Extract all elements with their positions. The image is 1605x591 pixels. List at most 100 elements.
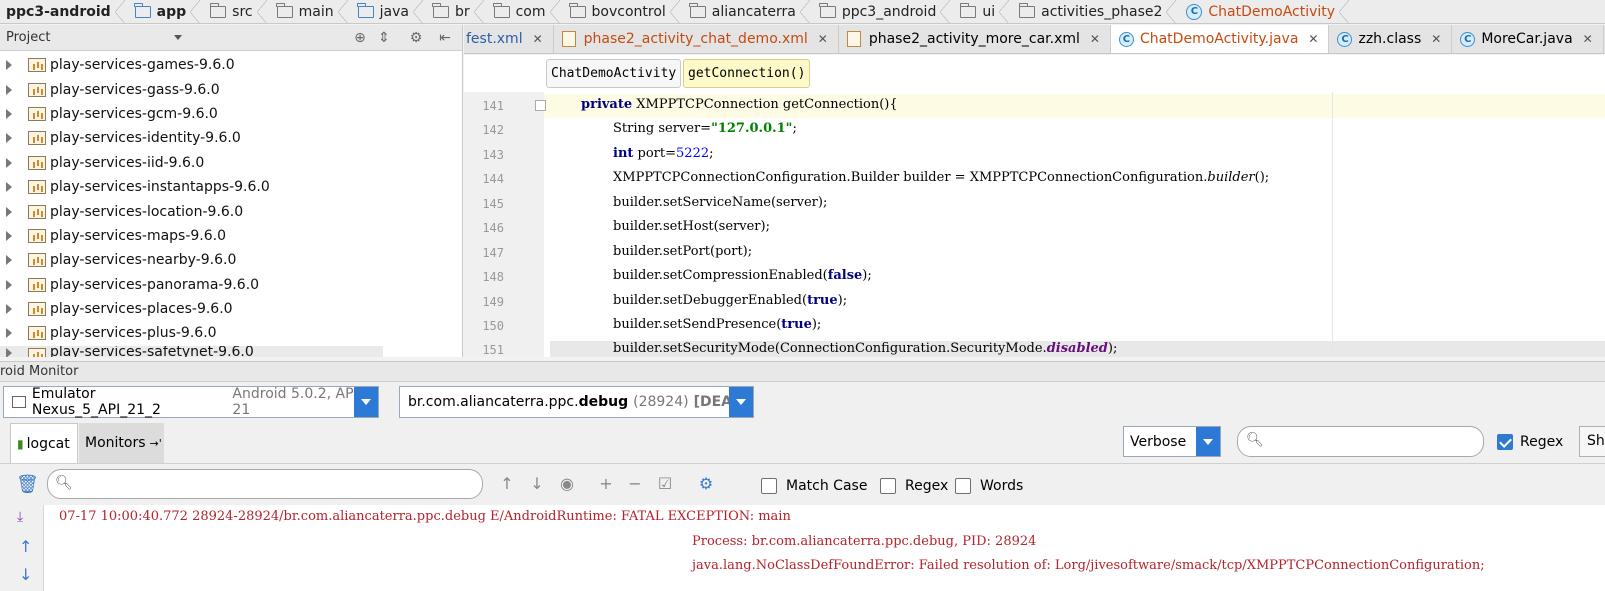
android-monitor-title: roid Monitor — [0, 361, 1605, 382]
breadcrumb-src[interactable]: src — [204, 0, 270, 23]
expand-arrow-icon[interactable] — [6, 255, 12, 266]
breadcrumb-chatdemoactivity[interactable]: C ChatDemoActivity — [1180, 0, 1353, 23]
expand-arrow-icon[interactable] — [6, 230, 12, 241]
structure-crumb-class[interactable]: ChatDemoActivity — [546, 59, 682, 88]
breadcrumb-ppc3-android[interactable]: ppc3_android — [814, 0, 955, 23]
expand-arrow-icon[interactable] — [6, 304, 12, 315]
line-number: 150 — [482, 319, 504, 333]
tab-morecar-java[interactable]: C MoreCar.java ✕ — [1452, 25, 1604, 53]
chevron-down-icon[interactable] — [1196, 427, 1220, 456]
tree-item[interactable]: play-services-safetynet-9.6.0 — [0, 345, 383, 357]
breadcrumb-project[interactable]: ppc3-android — [0, 0, 129, 23]
tree-item[interactable]: play-services-identity-9.6.0 — [0, 126, 462, 150]
tree-item[interactable]: play-services-iid-9.6.0 — [0, 151, 462, 175]
expand-arrow-icon[interactable] — [6, 182, 12, 193]
breadcrumb-activities-phase2[interactable]: activities_phase2 — [1013, 0, 1180, 23]
log-filter-search[interactable]: 🔍︎ — [1237, 426, 1484, 457]
add-occurrence-icon[interactable]: + — [596, 474, 616, 493]
tree-item[interactable]: play-services-plus-9.6.0 — [0, 321, 462, 345]
restart-icon[interactable]: ⤓ — [17, 509, 23, 525]
breadcrumb-bovcontrol[interactable]: bovcontrol — [564, 0, 684, 23]
structure-crumb-method[interactable]: getConnection() — [683, 59, 811, 88]
breadcrumb-ui[interactable]: ui — [954, 0, 1013, 23]
match-case-checkbox[interactable] — [761, 478, 777, 494]
breadcrumb-br[interactable]: br — [427, 0, 488, 23]
tab-phase2-activity-more-car-xml[interactable]: phase2_activity_more_car.xml ✕ — [839, 25, 1111, 53]
tab-phase2-activity-chat-demo-xml[interactable]: phase2_activity_chat_demo.xml ✕ — [554, 25, 839, 53]
chevron-down-icon[interactable] — [354, 387, 378, 417]
expand-arrow-icon[interactable] — [6, 133, 12, 144]
expand-arrow-icon[interactable] — [6, 157, 12, 168]
code-enum-constant: disabled — [1046, 341, 1108, 356]
tab-chatdemoactivity-java[interactable]: C ChatDemoActivity.java ✕ — [1110, 25, 1330, 53]
line-number: 151 — [482, 343, 504, 357]
breadcrumb-app[interactable]: app — [129, 0, 205, 23]
gear-icon[interactable]: ⚙ — [408, 30, 424, 46]
regex-label: Regex — [1520, 434, 1564, 450]
close-icon[interactable]: ✕ — [818, 32, 828, 46]
close-icon[interactable]: ✕ — [1431, 32, 1441, 46]
tree-item[interactable]: play-services-location-9.6.0 — [0, 199, 462, 223]
select-all-occurrences-icon[interactable]: ☑ — [655, 474, 675, 493]
close-icon[interactable]: ✕ — [1308, 32, 1318, 46]
chevron-down-icon[interactable] — [174, 35, 182, 40]
tree-item[interactable]: play-services-panorama-9.6.0 — [0, 273, 462, 297]
expand-arrow-icon[interactable] — [6, 60, 12, 71]
library-icon — [28, 347, 46, 357]
arrow-down-icon[interactable]: ↓ — [527, 474, 547, 493]
tab-monitors[interactable]: Monitors →' — [79, 423, 164, 463]
tab-logcat[interactable]: ▮ logcat — [10, 423, 78, 463]
target-icon[interactable]: ⊕ — [352, 30, 368, 46]
tree-item[interactable]: play-services-gass-9.6.0 — [0, 77, 462, 101]
expand-arrow-icon[interactable] — [6, 328, 12, 339]
close-icon[interactable]: ✕ — [1583, 32, 1593, 46]
gear-icon[interactable]: ⚙ — [696, 474, 716, 493]
library-icon — [28, 155, 46, 170]
logcat-search[interactable]: 🔍︎ — [47, 469, 483, 499]
scroll-down-icon[interactable]: ↓ — [19, 565, 32, 584]
breadcrumb-com[interactable]: com — [488, 0, 564, 23]
tree-item-label: play-services-safetynet-9.6.0 — [50, 345, 254, 357]
words-checkbox[interactable] — [955, 478, 971, 494]
trash-icon[interactable]: 🗑︎ — [16, 474, 39, 495]
code-text: XMPPTCPConnectionConfiguration.Builder b… — [613, 170, 1208, 185]
tree-item[interactable]: play-services-places-9.6.0 — [0, 297, 462, 321]
code-editor[interactable]: ChatDemoActivity getConnection() 141 142… — [464, 55, 1605, 357]
chevron-down-icon[interactable] — [729, 387, 753, 417]
regex-search-checkbox[interactable] — [880, 478, 896, 494]
logcat-output[interactable]: 07-17 10:00:40.772 28924-28924/br.com.al… — [44, 505, 1605, 591]
tree-item[interactable]: play-services-maps-9.6.0 — [0, 224, 462, 248]
tree-item[interactable]: play-services-gcm-9.6.0 — [0, 102, 462, 126]
project-view-selector[interactable]: Project — [6, 30, 50, 45]
tab-manifest-xml[interactable]: fest.xml ✕ — [464, 25, 554, 53]
log-level-selector[interactable]: Verbose — [1123, 426, 1221, 457]
tree-item[interactable]: play-services-games-9.6.0 — [0, 53, 462, 77]
device-selector[interactable]: Emulator Nexus_5_API_21_2 Android 5.0.2,… — [3, 386, 379, 418]
breadcrumb-java[interactable]: java — [352, 0, 427, 23]
logcat-search-input[interactable] — [78, 474, 473, 495]
tree-item[interactable]: play-services-nearby-9.6.0 — [0, 248, 462, 272]
expand-arrow-icon[interactable] — [6, 279, 12, 290]
arrow-up-icon[interactable]: ↑ — [497, 474, 517, 493]
fold-marker-icon[interactable] — [535, 100, 546, 111]
breadcrumb-aliancaterra[interactable]: aliancaterra — [684, 0, 814, 23]
collapse-all-icon[interactable]: ⇕ — [376, 30, 392, 46]
breadcrumb-main[interactable]: main — [271, 0, 352, 23]
close-icon[interactable]: ✕ — [533, 32, 543, 46]
close-icon[interactable]: ✕ — [1090, 32, 1100, 46]
tab-zzh-class[interactable]: Czzh.class ✕ — [1329, 25, 1453, 53]
tree-item[interactable]: play-services-instantapps-9.6.0 — [0, 175, 462, 199]
process-selector[interactable]: br.com.aliancaterra.ppc. debug (28924) [D… — [399, 386, 754, 418]
expand-arrow-icon[interactable] — [6, 347, 12, 357]
scroll-up-icon[interactable]: ↑ — [19, 537, 32, 556]
expand-arrow-icon[interactable] — [6, 84, 12, 95]
show-button[interactable]: Sho — [1579, 426, 1605, 457]
find-usages-icon[interactable]: ◉ — [557, 474, 577, 493]
log-line: 07-17 10:00:40.772 28924-28924/br.com.al… — [59, 509, 791, 524]
expand-arrow-icon[interactable] — [6, 108, 12, 119]
hide-panel-icon[interactable]: ⇤ — [437, 30, 453, 46]
regex-checkbox[interactable] — [1497, 434, 1513, 450]
log-filter-input[interactable] — [1268, 431, 1473, 453]
expand-arrow-icon[interactable] — [6, 206, 12, 217]
remove-occurrence-icon[interactable]: − — [625, 474, 645, 493]
